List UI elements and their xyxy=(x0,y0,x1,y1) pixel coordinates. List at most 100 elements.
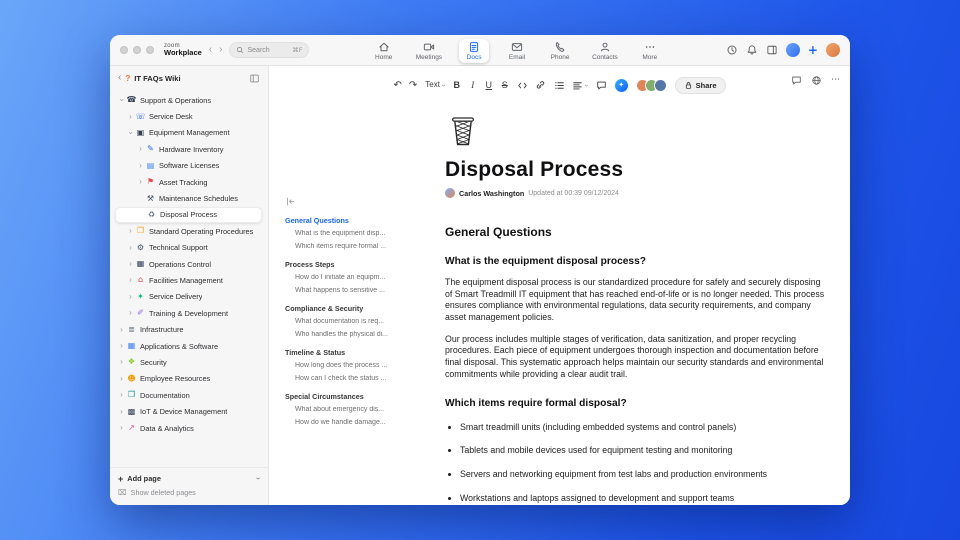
chevron-icon[interactable]: › xyxy=(117,342,126,350)
chevron-icon[interactable]: › xyxy=(117,424,126,432)
chevron-icon[interactable]: › xyxy=(126,309,135,317)
code-button[interactable] xyxy=(517,80,528,91)
search-input[interactable]: Search ⌘F xyxy=(229,42,310,58)
sidebar-tree-item[interactable]: › ✎ Hardware Inventory xyxy=(115,141,262,157)
outline-entry[interactable]: Compliance & Security xyxy=(285,302,437,315)
close-window-button[interactable] xyxy=(120,46,128,54)
tab-docs[interactable]: Docs xyxy=(459,38,490,63)
tab-meetings[interactable]: Meetings xyxy=(412,39,446,63)
user-avatar[interactable] xyxy=(785,43,800,57)
sidebar-tree-item[interactable]: ⚒ Maintenance Schedules xyxy=(115,190,262,206)
comments-panel-icon[interactable] xyxy=(791,75,802,86)
sidebar-tree-item[interactable]: › ⚙ Technical Support xyxy=(115,240,262,256)
notifications-bell-icon[interactable] xyxy=(746,44,758,56)
sidebar-collapse-icon[interactable] xyxy=(249,73,260,84)
chevron-icon[interactable]: › xyxy=(136,178,145,186)
redo-icon[interactable]: ↷ xyxy=(409,80,417,91)
sidebar-tree-item[interactable]: › ⌂ Facilities Management xyxy=(115,272,262,288)
nav-forward-icon[interactable]: › xyxy=(219,45,222,55)
chevron-icon[interactable]: › xyxy=(117,407,126,416)
outline-entry[interactable]: Who handles the physical di... xyxy=(285,328,437,341)
outline-entry[interactable]: Process Steps xyxy=(285,258,437,271)
chevron-icon[interactable]: › xyxy=(126,227,135,235)
bold-button[interactable]: B xyxy=(452,80,461,90)
outline-entry[interactable]: How long does the process ... xyxy=(285,359,437,372)
sidebar-tree-item[interactable]: › ☻ Employee Resources xyxy=(115,371,262,387)
ai-companion-icon[interactable]: ✦ xyxy=(614,78,628,92)
chevron-down-icon[interactable]: › xyxy=(254,477,263,480)
sidebar-tree-item[interactable]: › ≣ Infrastructure xyxy=(115,321,262,337)
chevron-icon[interactable]: › xyxy=(117,391,126,399)
nav-back-icon[interactable]: ‹ xyxy=(209,45,212,55)
more-options-icon[interactable]: ⋯ xyxy=(831,76,840,85)
sidebar-tree-item[interactable]: › ▣ Equipment Management xyxy=(115,125,262,141)
strikethrough-button[interactable]: S xyxy=(500,80,509,90)
collaborator-avatar[interactable] xyxy=(653,78,667,92)
sidebar-tree-item[interactable]: ♻ Disposal Process xyxy=(115,206,262,224)
maximize-window-button[interactable] xyxy=(146,46,154,54)
panel-toggle-icon[interactable] xyxy=(766,44,778,56)
outline-entry[interactable]: What about emergency dis... xyxy=(285,403,437,416)
sidebar-tree-item[interactable]: › ✐ Training & Development xyxy=(115,305,262,321)
chevron-icon[interactable]: › xyxy=(117,325,126,334)
text-style-dropdown[interactable]: Text › xyxy=(425,81,446,89)
tab-contacts[interactable]: Contacts xyxy=(588,39,622,63)
chevron-icon[interactable]: › xyxy=(126,260,135,268)
bullet-list-button[interactable] xyxy=(554,80,565,91)
outline-entry[interactable]: What happens to sensitive ... xyxy=(285,284,437,297)
align-dropdown[interactable]: › xyxy=(572,80,590,91)
chevron-icon[interactable]: › xyxy=(127,128,136,137)
sidebar-tree-item[interactable]: › ⚑ Asset Tracking xyxy=(115,174,262,190)
show-deleted-pages-button[interactable]: ⌧ Show deleted pages xyxy=(118,486,260,499)
sidebar-tree-item[interactable]: › ☎ Support & Operations xyxy=(115,92,262,108)
add-new-icon[interactable]: + xyxy=(808,44,818,56)
window-controls[interactable] xyxy=(120,46,154,54)
chevron-icon[interactable]: › xyxy=(126,292,135,301)
account-avatar[interactable] xyxy=(825,43,840,57)
outline-entry[interactable]: General Questions xyxy=(285,214,437,227)
sidebar-tree-item[interactable]: › ↗ Data & Analytics xyxy=(115,420,262,436)
document-content[interactable]: Disposal Process Carlos Washington Updat… xyxy=(445,113,825,505)
sidebar-tree-item[interactable]: › ❒ Documentation xyxy=(115,387,262,403)
chevron-icon[interactable]: › xyxy=(136,145,145,153)
sidebar-tree-item[interactable]: › ☏ Service Desk xyxy=(115,108,262,124)
chevron-icon[interactable]: › xyxy=(136,161,145,170)
sidebar-tree-item[interactable]: › ❖ Security xyxy=(115,354,262,370)
language-globe-icon[interactable] xyxy=(811,75,822,86)
chevron-icon[interactable]: › xyxy=(117,358,126,366)
outline-entry[interactable]: How do I initiate an equipm... xyxy=(285,271,437,284)
chevron-icon[interactable]: › xyxy=(126,243,135,252)
outline-entry[interactable]: How do we handle damage... xyxy=(285,416,437,429)
tab-phone[interactable]: Phone xyxy=(545,39,575,63)
share-button[interactable]: Share xyxy=(674,76,726,94)
sidebar-tree-item[interactable]: › ▦ Operations Control xyxy=(115,256,262,272)
outline-entry[interactable]: Which items require formal ... xyxy=(285,240,437,253)
history-icon[interactable] xyxy=(726,44,738,56)
add-page-button[interactable]: + Add page › xyxy=(118,471,263,486)
link-button[interactable] xyxy=(535,80,546,91)
sidebar-tree-item[interactable]: › ▦ Applications & Software xyxy=(115,338,262,354)
tab-email[interactable]: Email xyxy=(502,39,532,63)
undo-icon[interactable]: ↶ xyxy=(394,80,402,91)
sidebar-back-icon[interactable]: ‹ xyxy=(118,73,121,83)
sidebar-tree-item[interactable]: › ✦ Service Delivery xyxy=(115,289,262,305)
comment-button[interactable] xyxy=(596,80,607,91)
chevron-icon[interactable]: › xyxy=(126,276,135,284)
sidebar-tree-item[interactable]: › ❐ Standard Operating Procedures xyxy=(115,223,262,239)
sidebar-tree-item[interactable]: › ▤ Software Licenses xyxy=(115,158,262,174)
chevron-icon[interactable]: › xyxy=(118,96,127,105)
chevron-icon[interactable]: › xyxy=(117,374,126,383)
outline-entry[interactable]: Special Circumstances xyxy=(285,390,437,403)
outline-collapse-icon[interactable] xyxy=(285,196,437,207)
italic-button[interactable]: I xyxy=(468,80,477,90)
underline-button[interactable]: U xyxy=(484,80,493,90)
tab-more[interactable]: More xyxy=(635,39,665,63)
minimize-window-button[interactable] xyxy=(133,46,141,54)
sidebar-tree-item[interactable]: › ▩ IoT & Device Management xyxy=(115,403,262,419)
outline-entry[interactable]: How can I check the status ... xyxy=(285,372,437,385)
chevron-icon[interactable]: › xyxy=(126,112,135,121)
outline-entry[interactable]: What documentation is req... xyxy=(285,315,437,328)
outline-entry[interactable]: What is the equipment disp... xyxy=(285,227,437,240)
outline-entry[interactable]: Timeline & Status xyxy=(285,346,437,359)
tab-home[interactable]: Home xyxy=(369,39,399,63)
